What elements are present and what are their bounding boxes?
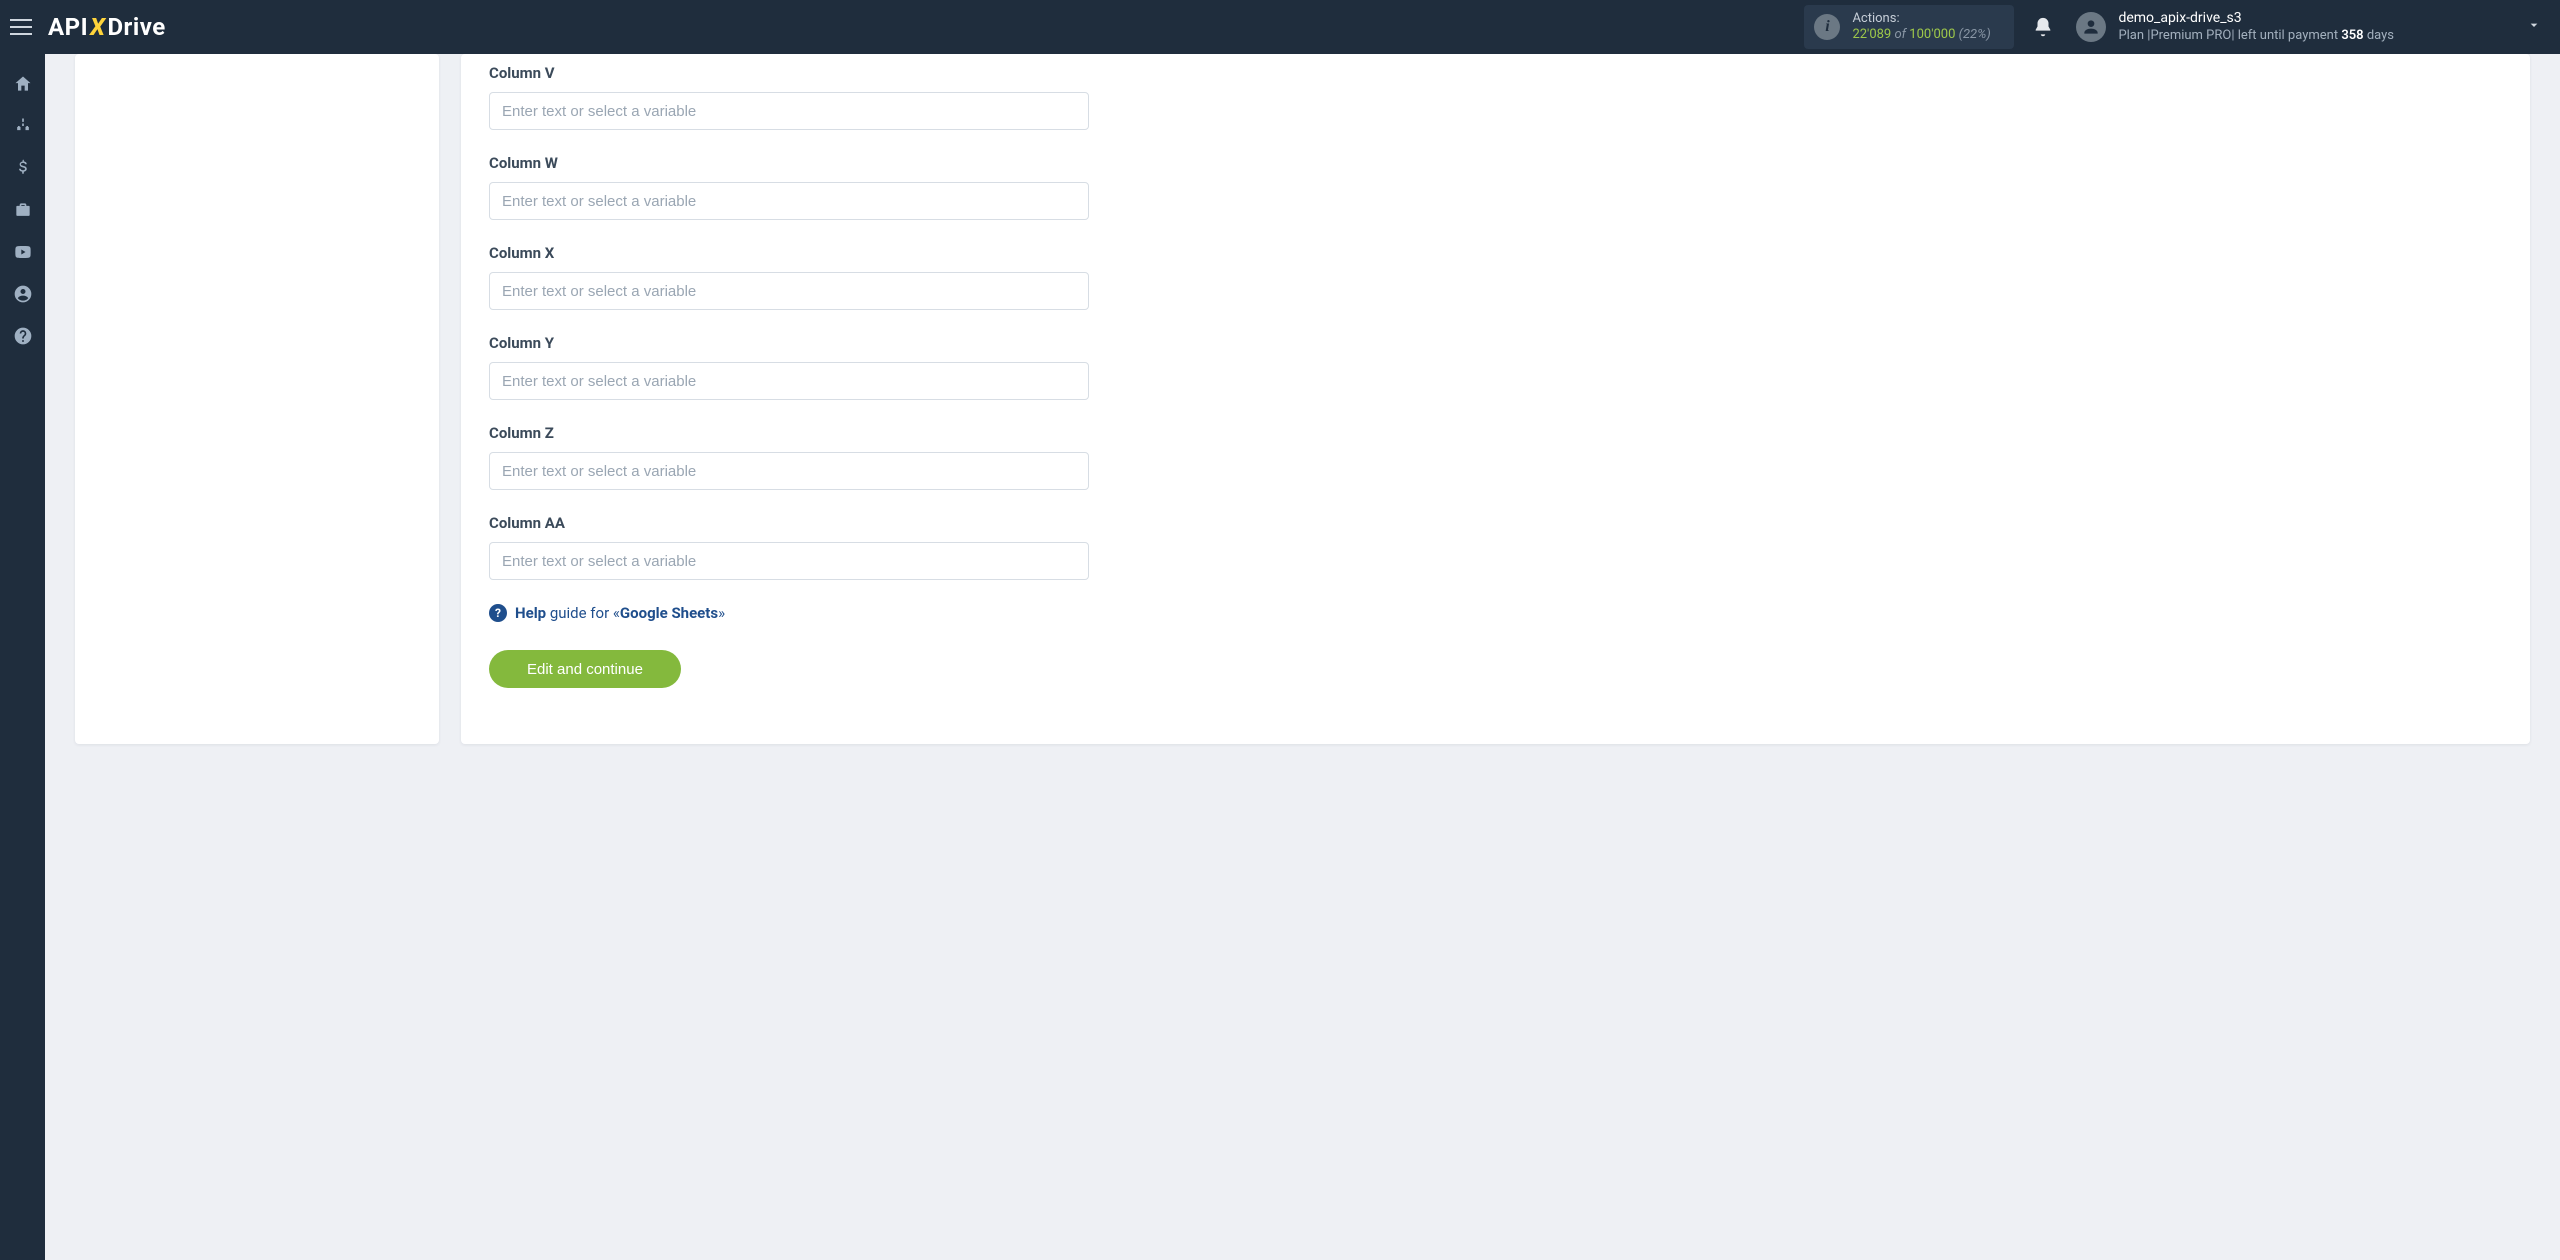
field-row: Column Y — [489, 334, 1089, 400]
user-menu-button[interactable]: demo_apix-drive_s3 Plan |Premium PRO| le… — [2076, 10, 2542, 44]
notifications-button[interactable] — [2032, 16, 2054, 38]
field-input-column-aa[interactable] — [489, 542, 1089, 580]
edit-and-continue-button[interactable]: Edit and continue — [489, 650, 681, 688]
field-label: Column AA — [489, 514, 1089, 532]
dollar-icon — [13, 158, 33, 178]
person-circle-icon — [13, 284, 33, 304]
user-name: demo_apix-drive_s3 — [2118, 10, 2394, 28]
info-icon: i — [1814, 14, 1840, 40]
brand-logo[interactable]: API X Drive — [48, 13, 166, 41]
field-row: Column X — [489, 244, 1089, 310]
logo-text-x: X — [90, 13, 105, 41]
sidebar-item-home[interactable] — [0, 64, 45, 104]
field-label: Column Y — [489, 334, 1089, 352]
field-input-column-z[interactable] — [489, 452, 1089, 490]
actions-used: 22'089 — [1852, 27, 1891, 42]
youtube-icon — [13, 242, 33, 262]
sitemap-icon — [13, 116, 33, 136]
header: API X Drive i Actions: 22'089 of 100'000… — [0, 0, 2560, 54]
field-input-column-y[interactable] — [489, 362, 1089, 400]
field-row: Column W — [489, 154, 1089, 220]
steps-panel — [75, 54, 439, 744]
home-icon — [13, 74, 33, 94]
field-label: Column W — [489, 154, 1089, 172]
field-input-column-x[interactable] — [489, 272, 1089, 310]
actions-label: Actions: — [1852, 11, 1990, 27]
bell-icon — [2032, 16, 2054, 38]
sidebar-item-help[interactable] — [0, 316, 45, 356]
actions-counter[interactable]: i Actions: 22'089 of 100'000 (22%) — [1804, 5, 2014, 50]
sidebar-item-billing[interactable] — [0, 148, 45, 188]
help-guide-link[interactable]: ? Help guide for «Google Sheets» — [489, 604, 1089, 622]
sidebar-item-video[interactable] — [0, 232, 45, 272]
sidebar-item-partners[interactable] — [0, 190, 45, 230]
logo-text-api: API — [48, 13, 88, 41]
main-content: Column V Column W Column X Column Y Colu — [45, 54, 2560, 1260]
field-input-column-v[interactable] — [489, 92, 1089, 130]
user-plan: Plan |Premium PRO| left until payment 35… — [2118, 28, 2394, 44]
field-row: Column V — [489, 64, 1089, 130]
field-row: Column AA — [489, 514, 1089, 580]
field-label: Column X — [489, 244, 1089, 262]
question-circle-icon — [13, 326, 33, 346]
logo-text-drive: Drive — [107, 13, 165, 41]
config-panel: Column V Column W Column X Column Y Colu — [461, 54, 2530, 744]
person-icon — [2081, 17, 2101, 37]
chevron-down-icon — [2526, 17, 2542, 37]
sidebar — [0, 54, 45, 1260]
menu-toggle-button[interactable] — [10, 13, 38, 41]
sidebar-item-connections[interactable] — [0, 106, 45, 146]
field-row: Column Z — [489, 424, 1089, 490]
briefcase-icon — [13, 200, 33, 220]
avatar — [2076, 12, 2106, 42]
help-icon: ? — [489, 604, 507, 622]
field-label: Column Z — [489, 424, 1089, 442]
field-input-column-w[interactable] — [489, 182, 1089, 220]
field-label: Column V — [489, 64, 1089, 82]
sidebar-item-account[interactable] — [0, 274, 45, 314]
